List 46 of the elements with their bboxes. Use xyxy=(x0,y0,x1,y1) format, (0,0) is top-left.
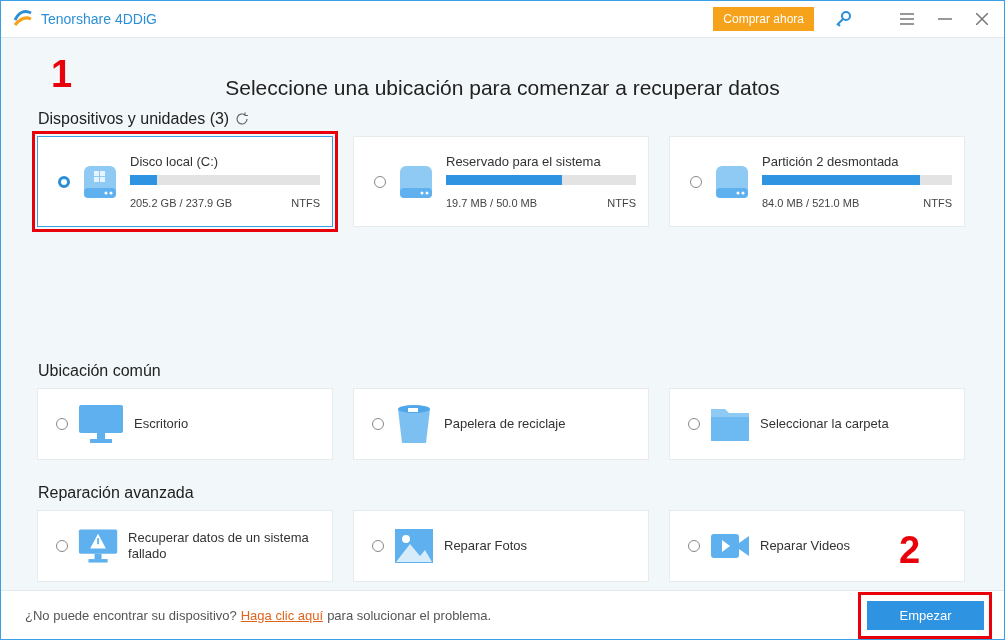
radio-button[interactable] xyxy=(372,540,384,552)
radio-button[interactable] xyxy=(58,175,70,188)
logo-icon xyxy=(13,10,33,28)
monitor-warning-icon xyxy=(78,526,119,566)
option-label: Seleccionar la carpeta xyxy=(760,416,889,432)
file-system: NTFS xyxy=(607,197,636,209)
menu-icon[interactable] xyxy=(900,13,914,25)
drive-card[interactable]: Reservado para el sistema 19.7 MB / 50.0 MB NTFS xyxy=(353,136,649,227)
refresh-icon[interactable] xyxy=(235,112,250,126)
drive-name: Disco local (C:) xyxy=(130,154,220,169)
monitor-icon xyxy=(78,404,124,444)
option-label: Papelera de reciclaje xyxy=(444,416,566,432)
file-system: NTFS xyxy=(923,197,952,209)
radio-button[interactable] xyxy=(688,540,700,552)
photo-icon xyxy=(394,528,434,564)
radio-button[interactable] xyxy=(56,540,68,552)
drive-name: Partición 2 desmontada xyxy=(762,154,900,169)
section-title: Reparación avanzada xyxy=(38,484,194,502)
radio-button[interactable] xyxy=(688,418,700,430)
section-title: Dispositivos y unidades (3) xyxy=(38,110,230,128)
radio-button[interactable] xyxy=(374,175,386,188)
option-label: Escritorio xyxy=(134,416,189,432)
drive-size: 19.7 MB / 50.0 MB xyxy=(446,197,538,209)
video-camera-icon xyxy=(710,531,750,561)
page-heading: Seleccione una ubicación para comenzar a recuperar datos xyxy=(224,76,781,100)
help-text: ¿No puede encontrar su dispositivo? xyxy=(25,607,237,623)
drive-size: 84.0 MB / 521.0 MB xyxy=(762,197,860,209)
radio-button[interactable] xyxy=(690,175,702,188)
radio-button[interactable] xyxy=(56,418,68,430)
close-icon[interactable] xyxy=(976,13,988,25)
drive-name: Reservado para el sistema xyxy=(446,154,602,169)
app-title: Tenorshare 4DDiG xyxy=(41,11,158,27)
option-label: Reparar Fotos xyxy=(444,538,528,554)
section-title: Ubicación común xyxy=(38,362,161,380)
annotation-number: 1 xyxy=(51,53,73,96)
help-text: para solucionar el problema. xyxy=(327,607,492,623)
file-system: NTFS xyxy=(291,197,320,209)
drive-size: 205.2 GB / 237.9 GB xyxy=(130,197,233,209)
radio-button[interactable] xyxy=(372,418,384,430)
drive-card[interactable]: Partición 2 desmontada 84.0 MB / 521.0 MB NTFS xyxy=(669,136,965,227)
help-link[interactable]: Haga clic aquí xyxy=(240,607,324,623)
option-label: Reparar Videos xyxy=(760,538,851,554)
annotation-number: 2 xyxy=(899,529,921,572)
folder-icon xyxy=(710,406,750,442)
key-icon[interactable] xyxy=(834,10,852,28)
option-label: Recuperar datos de un sistema fallado xyxy=(128,530,310,562)
